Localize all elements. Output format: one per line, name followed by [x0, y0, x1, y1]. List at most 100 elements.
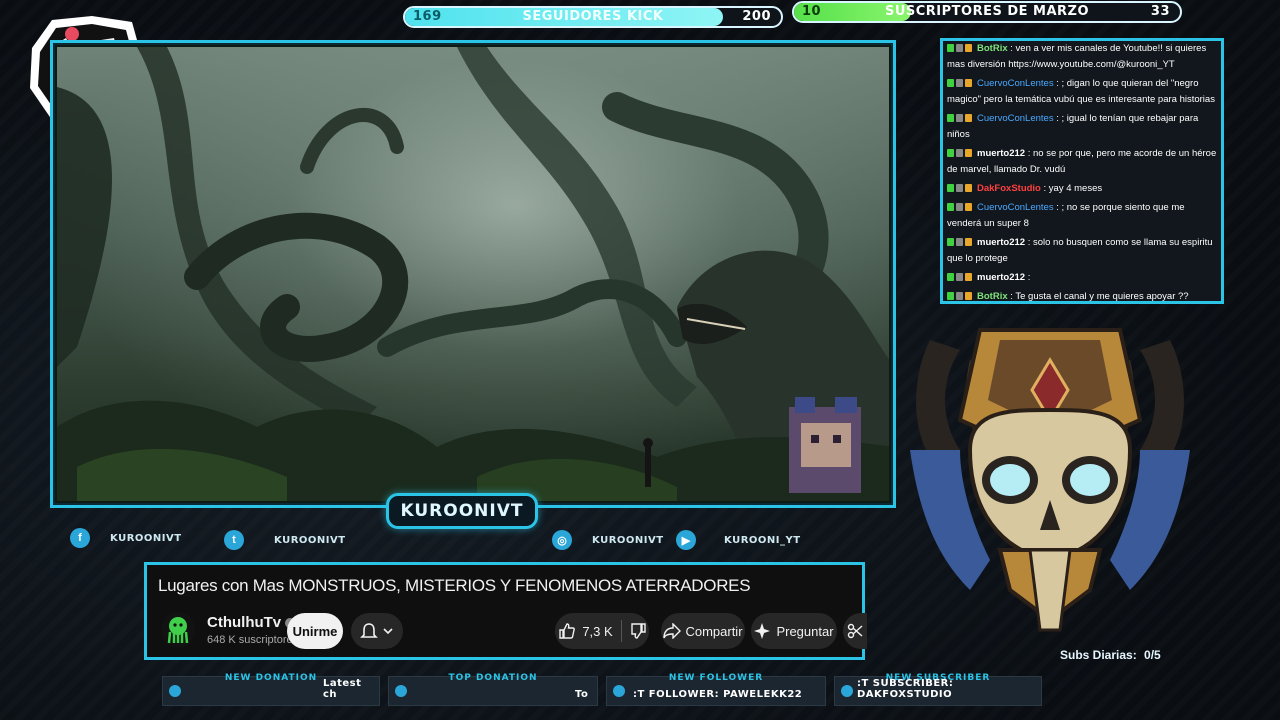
new-subscriber-alert: NEW SUBSCRIBER :T SUBSCRIBER: DAKFOXSTUD…: [834, 673, 1042, 706]
chat-username[interactable]: muerto212: [977, 148, 1025, 159]
vtuber-skull-mascot: [910, 328, 1190, 632]
chat-badge-icon: [947, 114, 954, 123]
chat-badge-icon: [956, 114, 963, 123]
youtube-video-info: Lugares con Mas MONSTRUOS, MISTERIOS Y F…: [144, 562, 867, 660]
chat-message: muerto212 : no se por que, pero me acord…: [947, 146, 1217, 178]
alerts-bar: NEW DONATION Latest ch TOP DONATION To N…: [162, 673, 1042, 706]
new-follower-header: NEW FOLLOWER: [668, 673, 764, 683]
chat-message: DakFoxStudio : yay 4 meses: [947, 181, 1217, 197]
chat-badge-icon: [965, 203, 972, 212]
new-follower-alert: NEW FOLLOWER :T FOLLOWER: PAWELEKK22: [606, 673, 826, 706]
subs-goal-label: SUSCRIPTORES DE MARZO: [884, 4, 1090, 19]
channel-name-text: CthulhuTv: [207, 614, 282, 631]
chat-badge-icon: [956, 149, 963, 158]
chat-username[interactable]: CuervoConLentes: [977, 78, 1054, 89]
chat-badge-icon: [947, 149, 954, 158]
streamer-name: KUROONIVT: [400, 501, 524, 521]
donation-icon: [169, 685, 181, 697]
join-button[interactable]: Unirme: [287, 613, 343, 649]
social-facebook[interactable]: f KUROONIVT: [70, 528, 182, 548]
chat-message: CuervoConLentes : ; igual lo tenían que …: [947, 111, 1217, 143]
chat-badges: [947, 76, 974, 92]
cthulhu-avatar-icon: [167, 617, 189, 644]
new-follower-value: :T FOLLOWER: PAWELEKK22: [633, 689, 803, 700]
channel-avatar[interactable]: [161, 612, 195, 648]
chat-username[interactable]: muerto212: [977, 237, 1025, 248]
chat-badge-icon: [947, 273, 954, 282]
chat-badges: [947, 111, 974, 127]
chat-message: muerto212 :: [947, 270, 1217, 286]
channel-name[interactable]: CthulhuTv: [207, 614, 296, 631]
chat-badge-icon: [947, 238, 954, 247]
video-player[interactable]: [57, 47, 889, 501]
chat-badge-icon: [947, 184, 954, 193]
thumbs-up-icon: [559, 623, 576, 639]
share-label: Compartir: [685, 623, 743, 639]
chat-username[interactable]: CuervoConLentes: [977, 113, 1054, 124]
top-donation-icon: [395, 685, 407, 697]
chat-message: CuervoConLentes : ; no se porque siento …: [947, 200, 1217, 232]
like-button[interactable]: 7,3 K: [555, 613, 649, 649]
new-donation-value: Latest ch: [323, 678, 362, 700]
chat-badge-icon: [965, 184, 972, 193]
share-button[interactable]: Compartir: [661, 613, 745, 649]
kick-followers-goal: 169 SEGUIDORES KICK 200: [403, 6, 783, 28]
chat-badges: [947, 270, 974, 286]
chat-username[interactable]: muerto212: [977, 272, 1025, 283]
chat-text: : yay 4 meses: [1043, 183, 1103, 194]
instagram-handle: KUROONIVT: [592, 534, 664, 546]
chat-message: CuervoConLentes : ; digan lo que quieran…: [947, 76, 1217, 108]
subs-goal-target: 33: [1150, 4, 1170, 19]
share-icon: [663, 623, 682, 639]
ask-label: Preguntar: [776, 623, 834, 639]
chat-badge-icon: [965, 114, 972, 123]
subscriber-icon: [841, 685, 853, 697]
chat-text: :: [1027, 272, 1031, 283]
social-instagram[interactable]: ◎ KUROONIVT: [552, 530, 664, 550]
daily-subs-counter: Subs Diarias: 0/5: [1060, 648, 1161, 662]
chat-message-list: BotRix : ven a ver mis canales de Youtub…: [947, 41, 1217, 301]
chat-badge-icon: [956, 79, 963, 88]
chat-username[interactable]: BotRix: [977, 43, 1008, 54]
chat-badges: [947, 181, 974, 197]
daily-subs-value: 0/5: [1144, 648, 1161, 662]
chat-badges: [947, 146, 974, 162]
notifications-button[interactable]: [351, 613, 403, 649]
new-subscriber-value: :T SUBSCRIBER: DAKFOXSTUDIO: [857, 678, 954, 700]
chat-message: muerto212 : solo no busquen como se llam…: [947, 235, 1217, 267]
chat-badge-icon: [947, 79, 954, 88]
clip-button[interactable]: [843, 613, 867, 649]
bell-icon: [360, 623, 393, 638]
chat-badge-icon: [965, 149, 972, 158]
chat-badge-icon: [956, 44, 963, 53]
social-youtube[interactable]: ▶ KUROONI_YT: [676, 530, 801, 550]
chat-badge-icon: [965, 44, 972, 53]
jungle-monster-scene: [57, 47, 889, 501]
social-twitter[interactable]: t KUROONIVT: [224, 530, 346, 550]
scissors-icon: [847, 623, 863, 639]
chat-badge-icon: [956, 184, 963, 193]
facebook-icon: f: [70, 528, 90, 548]
chat-badge-icon: [956, 238, 963, 247]
kick-goal-label: SEGUIDORES KICK: [522, 9, 664, 24]
chat-username[interactable]: DakFoxStudio: [977, 183, 1041, 194]
chat-badge-icon: [956, 273, 963, 282]
ask-button[interactable]: Preguntar: [751, 613, 837, 649]
video-action-row: CthulhuTv 648 K suscriptores Unirme 7,3 …: [159, 610, 867, 650]
march-subs-goal: 10 SUSCRIPTORES DE MARZO 33: [792, 1, 1182, 23]
instagram-icon: ◎: [552, 530, 572, 550]
kick-goal-target: 200: [742, 9, 771, 24]
chat-username[interactable]: CuervoConLentes: [977, 202, 1054, 213]
chat-message: BotRix : ven a ver mis canales de Youtub…: [947, 41, 1217, 73]
stream-chat[interactable]: BotRix : ven a ver mis canales de Youtub…: [940, 38, 1224, 304]
top-donation-value: To: [575, 689, 589, 700]
new-donation-alert: NEW DONATION Latest ch: [162, 673, 380, 706]
chat-badge-icon: [965, 79, 972, 88]
twitter-icon: t: [224, 530, 244, 550]
video-title: Lugares con Mas MONSTRUOS, MISTERIOS Y F…: [158, 576, 751, 595]
video-frame: [50, 40, 896, 508]
thumbs-down-icon[interactable]: [630, 622, 646, 640]
chat-badge-icon: [965, 238, 972, 247]
top-donation-header: TOP DONATION: [448, 673, 538, 683]
chat-badge-icon: [965, 273, 972, 282]
